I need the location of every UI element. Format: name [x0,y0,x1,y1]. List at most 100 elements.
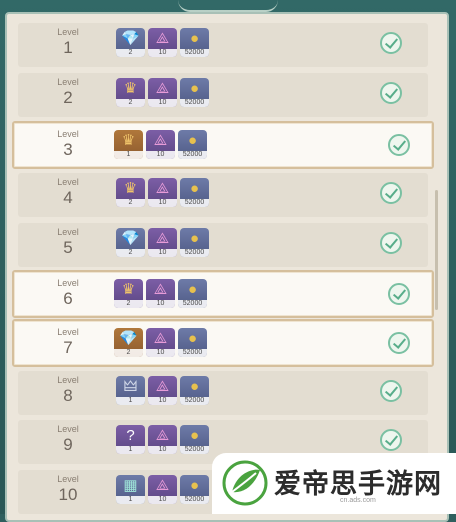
reward-item[interactable]: ● 52000 [180,376,209,405]
crystal-icon: ⟁ [155,80,170,97]
crystal-icon: ⟁ [155,378,170,395]
claimed-check-icon [380,232,402,254]
reward-item[interactable]: ⟁ 10 [146,130,175,159]
level-indicator: Level 8 [48,375,88,406]
level-label: Level [57,424,79,434]
question-icon: ? [126,427,135,444]
reward-item[interactable]: ⟁ 10 [148,425,177,454]
item-quantity: 52000 [180,496,209,504]
crown-icon: ♛ [123,80,138,97]
reward-item[interactable]: ? 1 [116,425,145,454]
item-quantity: 52000 [180,49,209,57]
item-quantity: 2 [116,199,145,207]
reward-item[interactable]: ● 52000 [178,130,207,159]
reward-item[interactable]: ⟁ 10 [148,28,177,57]
reward-item[interactable]: ▦ 1 [116,475,145,504]
reward-row[interactable]: Level 6 ♛ 2 ⟁ 10 ● 52000 [12,270,434,318]
claimed-check-icon [380,429,402,451]
level-label: Level [57,27,79,37]
reward-row[interactable]: Level 8 🜲 1 ⟁ 10 ● 52000 [18,371,428,415]
reward-item[interactable]: 💎 2 [116,228,145,257]
reward-item[interactable]: ● 52000 [178,279,207,308]
claimed-check-icon [380,182,402,204]
reward-item[interactable]: ● 52000 [180,78,209,107]
crystal-icon: ⟁ [155,30,170,47]
reward-item[interactable]: ♛ 2 [114,279,143,308]
item-quantity: 1 [114,151,143,159]
coin-icon: ● [187,330,198,347]
reward-item[interactable]: ♛ 2 [116,178,145,207]
reward-item[interactable]: ● 52000 [178,328,207,357]
level-number: 5 [63,238,73,257]
item-quantity: 2 [116,99,145,107]
reward-item[interactable]: ⟁ 10 [146,279,175,308]
level-indicator: Level 9 [48,424,88,455]
reward-item[interactable]: ● 52000 [180,178,209,207]
watermark-text: 爱帝思手游网 [274,469,442,500]
item-quantity: 1 [116,446,145,454]
crystal-icon: ⟁ [155,477,170,494]
level-label: Level [57,375,79,385]
level-label: Level [57,77,79,87]
reward-item[interactable]: 💎 2 [114,328,143,357]
reward-item[interactable]: ♛ 2 [116,78,145,107]
claimed-check-icon [380,82,402,104]
reward-item[interactable]: ● 52000 [180,475,209,504]
reward-item[interactable]: ● 52000 [180,425,209,454]
reward-items: ♛ 2 ⟁ 10 ● 52000 [116,178,209,207]
reward-item[interactable]: 🜲 1 [116,376,145,405]
reward-item[interactable]: ♛ 1 [114,130,143,159]
item-quantity: 2 [114,349,143,357]
reward-row[interactable]: Level 7 💎 2 ⟁ 10 ● 52000 [12,319,434,367]
reward-item[interactable]: ⟁ 10 [148,178,177,207]
level-number: 3 [63,140,73,159]
reward-row[interactable]: Level 3 ♛ 1 ⟁ 10 ● 52000 [12,121,434,169]
reward-row[interactable]: Level 4 ♛ 2 ⟁ 10 ● 52000 [18,173,428,217]
level-label: Level [57,227,79,237]
item-quantity: 2 [116,49,145,57]
window-frame: Level 1 💎 2 ⟁ 10 ● 52000 Level 2 ♛ 2 ⟁ 10 ● 52000 Level 3… [0,0,456,522]
level-indicator: Level 6 [48,278,88,309]
reward-item[interactable]: ⟁ 10 [148,376,177,405]
item-quantity: 52000 [180,99,209,107]
coin-icon: ● [189,180,200,197]
reward-item[interactable]: ⟁ 10 [148,228,177,257]
coin-icon: ● [189,80,200,97]
level-number: 1 [63,38,73,57]
reward-row[interactable]: Level 1 💎 2 ⟁ 10 ● 52000 [18,23,428,67]
reward-item[interactable]: ⟁ 10 [148,78,177,107]
level-label: Level [57,129,79,139]
crystal-icon: ⟁ [155,427,170,444]
frame-ornament [178,0,278,12]
claimed-check-icon [380,380,402,402]
item-quantity: 2 [116,249,145,257]
scrollbar[interactable] [435,190,438,310]
level-indicator: Level 1 [48,27,88,58]
reward-item[interactable]: ● 52000 [180,228,209,257]
item-quantity: 10 [148,99,177,107]
item-quantity: 2 [114,300,143,308]
item-quantity: 10 [148,249,177,257]
item-quantity: 52000 [178,151,207,159]
watermark-url: cn.ads.com [340,497,376,504]
crystal-icon: ⟁ [153,132,168,149]
item-quantity: 10 [146,300,175,308]
reward-row[interactable]: Level 5 💎 2 ⟁ 10 ● 52000 [18,223,428,267]
claimed-check-icon [388,332,410,354]
level-number: 9 [63,435,73,454]
level-number: 10 [58,485,78,504]
claimed-check-icon [388,283,410,305]
item-quantity: 52000 [180,199,209,207]
level-indicator: Level 10 [48,474,88,505]
claimed-check-icon [380,32,402,54]
reward-items: ♛ 2 ⟁ 10 ● 52000 [116,78,209,107]
level-number: 7 [63,338,73,357]
reward-item[interactable]: ⟁ 10 [148,475,177,504]
level-indicator: Level 5 [48,227,88,258]
reward-items: 💎 2 ⟁ 10 ● 52000 [114,328,207,357]
reward-item[interactable]: 💎 2 [116,28,145,57]
reward-row[interactable]: Level 2 ♛ 2 ⟁ 10 ● 52000 [18,73,428,117]
reward-item[interactable]: ● 52000 [180,28,209,57]
crown-icon: ♛ [123,180,138,197]
reward-item[interactable]: ⟁ 10 [146,328,175,357]
